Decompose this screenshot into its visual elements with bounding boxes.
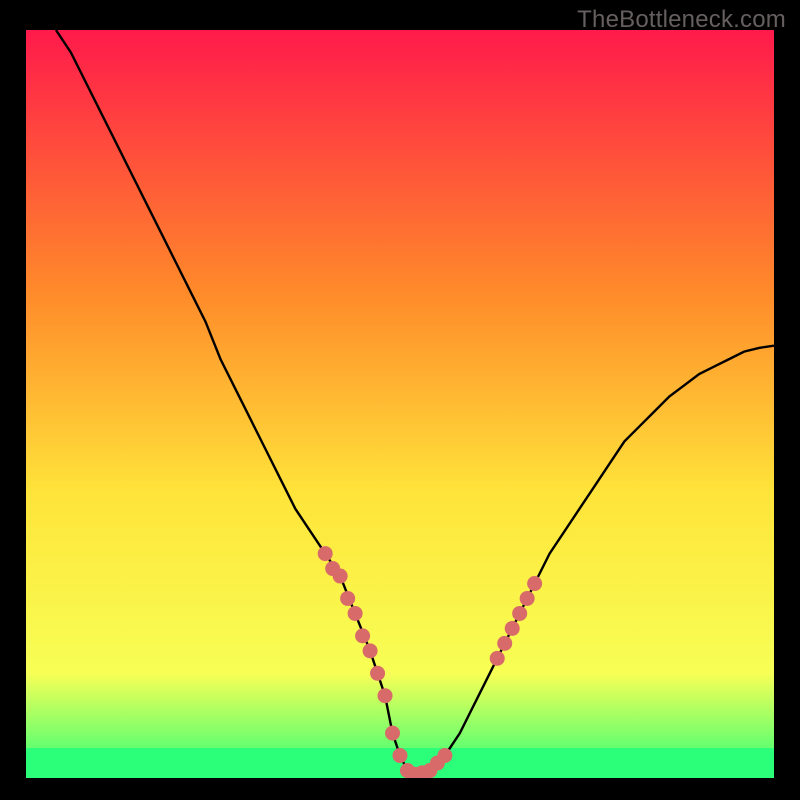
marker-dot — [505, 621, 520, 636]
bottleneck-chart — [26, 30, 774, 778]
marker-dot — [333, 569, 348, 584]
marker-dot — [437, 748, 452, 763]
marker-dot — [385, 726, 400, 741]
marker-dot — [378, 688, 393, 703]
marker-dot — [355, 628, 370, 643]
plot-area — [26, 30, 774, 778]
marker-dot — [520, 591, 535, 606]
marker-dot — [370, 666, 385, 681]
marker-dot — [490, 651, 505, 666]
chart-frame: TheBottleneck.com — [0, 0, 800, 800]
marker-dot — [348, 606, 363, 621]
marker-dot — [497, 636, 512, 651]
marker-dot — [340, 591, 355, 606]
watermark-text: TheBottleneck.com — [577, 6, 786, 34]
marker-dot — [393, 748, 408, 763]
marker-dot — [512, 606, 527, 621]
marker-dot — [318, 546, 333, 561]
marker-dot — [527, 576, 542, 591]
marker-dot — [363, 643, 378, 658]
